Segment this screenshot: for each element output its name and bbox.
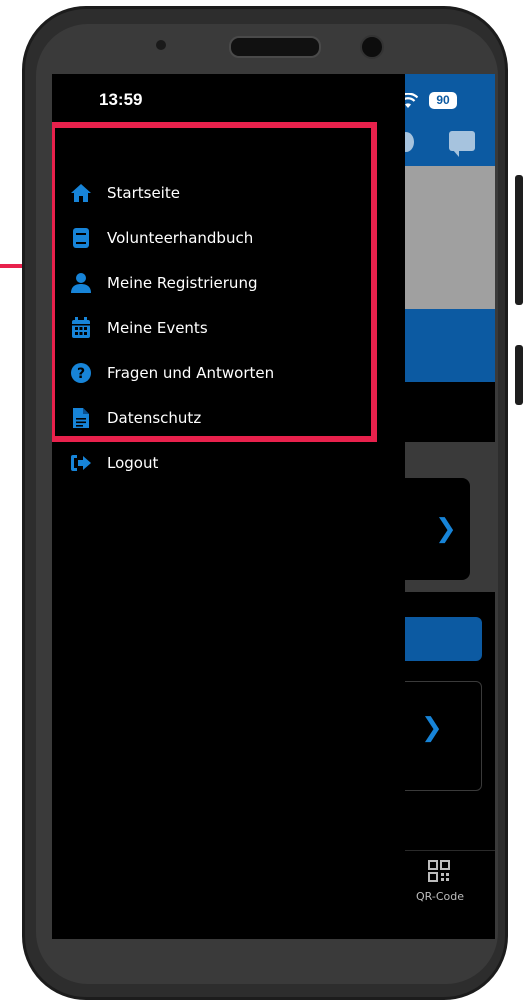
app-header (405, 74, 495, 166)
proximity-sensor (156, 40, 166, 50)
info-band (405, 309, 495, 382)
navigation-drawer: 13:59 Startseite Volunteerhandbuch Meine… (52, 74, 405, 939)
bottom-nav-divider (405, 850, 495, 851)
battery-indicator: 90 (429, 92, 457, 109)
logout-icon (70, 452, 92, 474)
power-button (515, 345, 523, 405)
chevron-right-icon[interactable]: ❯ (435, 514, 457, 544)
status-time: 13:59 (99, 90, 143, 109)
banner-image (405, 166, 495, 309)
bottom-nav-qr-label[interactable]: QR-Code (412, 890, 468, 903)
earpiece-speaker (229, 36, 321, 58)
qr-code-icon[interactable] (428, 860, 450, 882)
chat-icon[interactable] (449, 131, 475, 157)
volume-button (515, 175, 523, 305)
chevron-right-icon[interactable]: ❯ (421, 713, 443, 743)
phone-screen: ❯ ❯ QR-Code 90 13:59 Startseite Voluntee… (52, 74, 495, 939)
drawer-item-label: Logout (107, 454, 159, 472)
drawer-item-logout[interactable]: Logout (70, 450, 360, 476)
menu-highlight-frame (52, 122, 377, 442)
front-camera (360, 35, 384, 59)
